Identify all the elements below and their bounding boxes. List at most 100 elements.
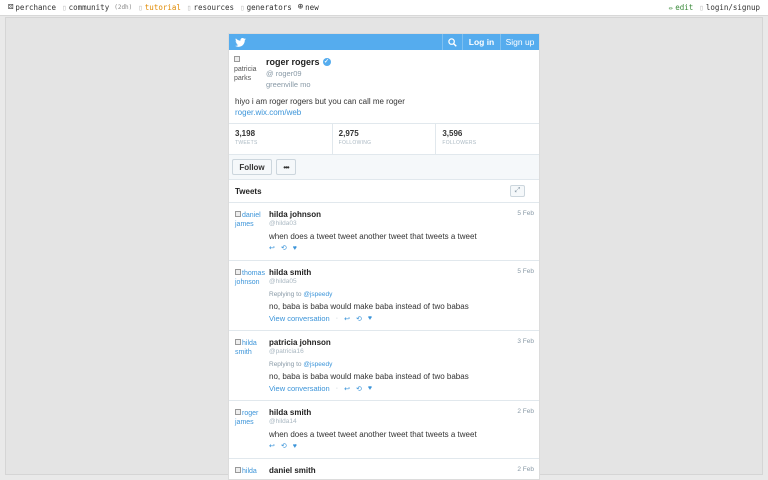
stat-followers[interactable]: 3,596 FOLLOWERS [436,124,539,154]
separator-dot: · [335,385,339,392]
tweet-author-name[interactable]: patricia johnson [269,338,331,347]
login-signup-link[interactable]: ▯ login/signup [699,3,760,12]
tweet-date[interactable]: 5 Feb [517,210,534,217]
stat-following[interactable]: 2,975 FOLLOWING [333,124,437,154]
tweet-author-name[interactable]: hilda smith [269,408,311,417]
tweet-date[interactable]: 5 Feb [517,268,534,275]
replying-prefix: Replying to [269,361,302,368]
sign-up-button[interactable]: Sign up [500,34,539,50]
like-heart-icon[interactable]: ♥ [293,245,297,252]
tweet-text: when does a tweet tweet another tweet th… [269,430,477,439]
tweet-item[interactable]: daniel james hilda johnson @hilda03 5 Fe… [229,203,539,261]
topbar-left: ⚄ perchance ▯ community (2dh) ▯ tutorial… [8,2,319,13]
tweet-author-name[interactable]: daniel smith [269,466,316,475]
like-heart-icon[interactable]: ♥ [368,385,372,392]
expand-icon[interactable]: ⤢ [510,185,525,197]
reply-icon[interactable]: ↩ [344,385,350,393]
community-link[interactable]: ▯ community (2dh) [62,3,132,12]
stat-label: FOLLOWING [338,140,372,146]
topbar-right: ✏ edit ▯ login/signup [669,3,760,12]
tweet-actions: ↩ ⟲ ♥ [269,244,297,253]
stat-tweets[interactable]: 3,198 TWEETS [229,124,333,154]
replying-to: Replying to @jspeedy [269,291,332,298]
reply-to-link[interactable]: @jspeedy [303,361,332,368]
twitter-bird-icon[interactable] [229,34,251,50]
perchance-top-bar: ⚄ perchance ▯ community (2dh) ▯ tutorial… [0,0,768,16]
replying-prefix: Replying to [269,291,302,298]
resources-link[interactable]: ▯ resources [187,3,234,12]
retweet-icon[interactable]: ⟲ [356,315,362,323]
tweet-date[interactable]: 2 Feb [517,466,534,473]
profile-stats: 3,198 TWEETS 2,975 FOLLOWING 3,596 FOLLO… [229,123,539,155]
more-options-button[interactable]: ••• [276,159,296,175]
tweet-author-handle[interactable]: @hilda03 [269,220,297,227]
divider: ▯ [62,3,67,12]
retweet-icon[interactable]: ⟲ [281,244,287,252]
tweet-item[interactable]: hilda smith patricia johnson @patricia16… [229,331,539,401]
profile-location: greenville mo [266,80,311,89]
separator-dot: · [335,315,339,322]
tweet-date[interactable]: 3 Feb [517,338,534,345]
tweet-item[interactable]: hilda daniel smith 2 Feb [229,459,539,479]
site-name: perchance [15,3,57,12]
edit-link[interactable]: ✏ edit [669,3,694,12]
broken-image-icon [235,409,241,415]
like-heart-icon[interactable]: ♥ [293,443,297,450]
tweets-header: Tweets ⤢ [229,180,539,203]
profile-name[interactable]: roger rogers [266,57,320,67]
tweet-avatar[interactable]: hilda [235,467,265,476]
broken-image-icon [235,339,241,345]
profile-avatar[interactable]: patricia parks [234,56,262,86]
tweet-author-handle[interactable]: @hilda05 [269,278,297,285]
plus-circle-icon: ⊕ [297,2,304,12]
broken-image-icon [234,56,240,62]
divider: ▯ [240,3,245,12]
broken-image-icon [235,211,241,217]
tweets-title: Tweets [235,186,262,196]
replying-to: Replying to @jspeedy [269,361,332,368]
follow-bar: Follow ••• [229,155,539,180]
tweet-item[interactable]: roger james hilda smith @hilda14 2 Feb w… [229,401,539,459]
stat-label: FOLLOWERS [442,140,477,146]
resources-label: resources [193,3,235,12]
tweet-item[interactable]: thomas johnson hilda smith @hilda05 5 Fe… [229,261,539,331]
new-label: new [305,3,319,12]
community-label: community [68,3,110,12]
profile-name-row: roger rogers ✓ [266,57,331,67]
log-in-button[interactable]: Log in [462,34,500,50]
view-conversation-link[interactable]: View conversation [269,314,330,323]
tweet-author-name[interactable]: hilda johnson [269,210,321,219]
tweet-avatar[interactable]: thomas johnson [235,269,265,287]
reply-to-link[interactable]: @jspeedy [303,291,332,298]
search-button[interactable] [442,34,462,50]
tweet-avatar[interactable]: daniel james [235,211,265,229]
reply-icon[interactable]: ↩ [344,315,350,323]
tweet-author-handle[interactable]: @patricia16 [269,348,304,355]
stat-value: 3,596 [442,129,463,138]
divider: ▯ [699,3,704,12]
tweet-avatar[interactable]: roger james [235,409,265,427]
dice-icon: ⚄ [8,2,14,12]
generators-link[interactable]: ▯ generators [240,3,292,12]
perchance-home-link[interactable]: ⚄ perchance [8,2,57,13]
profile-url-link[interactable]: roger.wix.com/web [235,108,301,117]
tweet-author-handle[interactable]: @hilda14 [269,418,297,425]
search-icon [448,37,457,47]
stat-value: 3,198 [235,129,256,138]
tutorial-label: tutorial [144,3,181,12]
reply-icon[interactable]: ↩ [269,442,275,450]
reply-icon[interactable]: ↩ [269,244,275,252]
profile-handle[interactable]: @ roger09 [266,69,302,78]
tweet-avatar[interactable]: hilda smith [235,339,265,357]
retweet-icon[interactable]: ⟲ [281,442,287,450]
tutorial-link[interactable]: ▯ tutorial [138,3,181,12]
retweet-icon[interactable]: ⟲ [356,385,362,393]
broken-image-icon [235,467,241,473]
view-conversation-link[interactable]: View conversation [269,384,330,393]
follow-button[interactable]: Follow [232,159,272,175]
new-generator-link[interactable]: ⊕ new [297,2,319,13]
divider: ▯ [138,3,143,12]
tweet-author-name[interactable]: hilda smith [269,268,311,277]
like-heart-icon[interactable]: ♥ [368,315,372,322]
tweet-date[interactable]: 2 Feb [517,408,534,415]
